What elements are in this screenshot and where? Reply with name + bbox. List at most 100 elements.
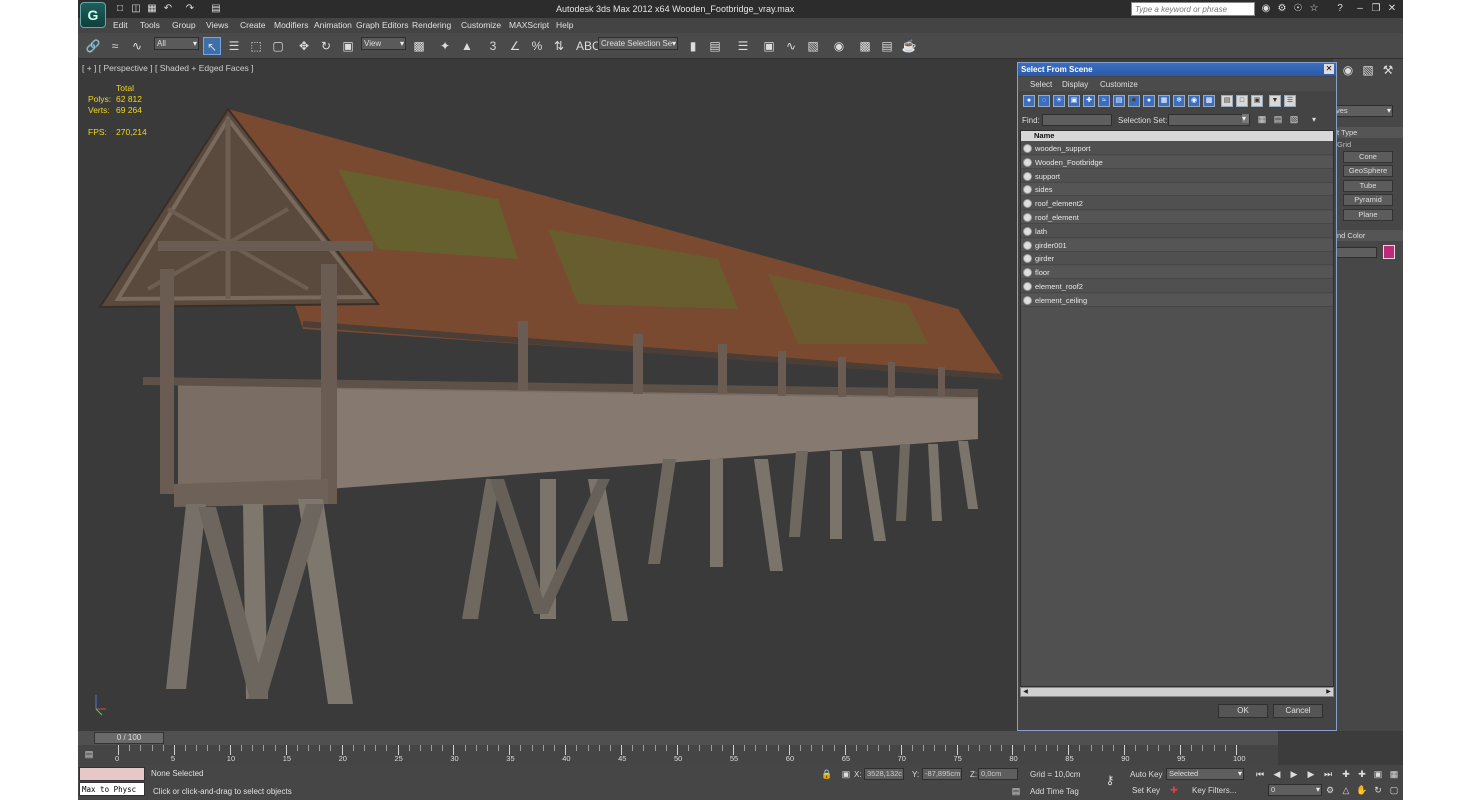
edit-named-selection-icon[interactable]: ABC <box>576 37 601 55</box>
select-invert-icon[interactable]: ▣ <box>1251 95 1263 107</box>
keyboard-shortcut-override-icon[interactable]: ▲ <box>458 37 476 55</box>
layer-manager-icon[interactable]: ☰ <box>734 37 752 55</box>
display-all-icon[interactable]: ▩ <box>1203 95 1215 107</box>
perspective-viewport[interactable]: [ + ] [ Perspective ] [ Shaded + Edged F… <box>78 59 1018 731</box>
window-crossing-icon[interactable]: ▢ <box>269 37 287 55</box>
find-input[interactable] <box>1042 114 1112 126</box>
menu-maxscript[interactable]: MAXScript <box>509 20 549 30</box>
mirror-icon[interactable]: ▮ <box>684 37 702 55</box>
menu-views[interactable]: Views <box>206 20 229 30</box>
zoom-extents-all-icon[interactable]: ▦ <box>1388 768 1400 780</box>
display-panel-icon[interactable]: ◉ <box>1339 61 1357 79</box>
menu-create[interactable]: Create <box>240 20 266 30</box>
object-type-rollout[interactable]: t Type <box>1333 127 1403 138</box>
render-setup-icon[interactable]: ▩ <box>856 37 874 55</box>
scroll-left-icon[interactable]: ◀ <box>1021 688 1030 696</box>
menu-tools[interactable]: Tools <box>140 20 160 30</box>
time-slider[interactable]: 0 / 100 <box>78 731 1278 745</box>
object-list-item[interactable]: girder001 <box>1021 238 1333 252</box>
help-icon[interactable]: ? <box>1334 3 1346 15</box>
object-list-item[interactable]: roof_element <box>1021 211 1333 224</box>
menu-rendering[interactable]: Rendering <box>412 20 451 30</box>
object-list-item[interactable]: lath <box>1021 225 1333 238</box>
go-to-start-icon[interactable]: ⏮ <box>1254 768 1266 780</box>
hammer-utilities-icon[interactable]: ⚒ <box>1379 61 1397 79</box>
menu-edit[interactable]: Edit <box>113 20 128 30</box>
filter-icon[interactable]: ▼ <box>1269 95 1281 107</box>
select-all-icon[interactable]: ▤ <box>1221 95 1233 107</box>
menu-modifiers[interactable]: Modifiers <box>274 20 308 30</box>
time-configuration-icon[interactable]: ⚙ <box>1324 784 1336 796</box>
time-slider-thumb[interactable]: 0 / 100 <box>94 732 164 744</box>
object-list-item[interactable]: roof_element2 <box>1021 197 1333 211</box>
current-frame-field[interactable]: 0 <box>1268 784 1322 796</box>
dialog-menu-display[interactable]: Display <box>1062 80 1088 89</box>
display-cameras-icon[interactable]: ▣ <box>1068 95 1080 107</box>
y-coordinate-field[interactable]: -87,895cm <box>922 768 962 780</box>
object-list-item[interactable]: support <box>1021 170 1333 183</box>
display-spacewarps-icon[interactable]: ≈ <box>1098 95 1110 107</box>
rendered-frame-window-icon[interactable]: ▤ <box>878 37 896 55</box>
go-to-end-icon[interactable]: ⏭ <box>1322 768 1334 780</box>
previous-frame-icon[interactable]: ◀ <box>1271 768 1283 780</box>
help-search-input[interactable]: Type a keyword or phrase <box>1131 2 1255 16</box>
plane-button[interactable]: Plane <box>1343 209 1393 221</box>
time-tag-icon[interactable]: ▤ <box>1010 785 1022 797</box>
horizontal-scrollbar[interactable]: ◀ ▶ <box>1020 687 1334 697</box>
menu-help[interactable]: Help <box>556 20 573 30</box>
menu-graph-editors[interactable]: Graph Editors <box>356 20 408 30</box>
object-list-item[interactable]: floor <box>1021 266 1333 280</box>
undo-icon[interactable]: ↶ <box>162 3 174 14</box>
select-by-name-icon[interactable]: ☰ <box>225 37 243 55</box>
maxscript-listener-input[interactable] <box>79 767 145 781</box>
minimize-icon[interactable]: – <box>1354 3 1366 15</box>
default-in-out-tangent-icon[interactable]: ✚ <box>1168 784 1180 796</box>
infocenter-binoculars-icon[interactable]: ◉ <box>1260 3 1272 15</box>
menu-group[interactable]: Group <box>172 20 196 30</box>
select-manipulate-icon[interactable]: ✦ <box>436 37 454 55</box>
dialog-menu-customize[interactable]: Customize <box>1100 80 1138 89</box>
key-filters-button[interactable]: Key Filters... <box>1192 786 1236 795</box>
object-list-item[interactable]: wooden_support <box>1021 142 1333 155</box>
viewport-label[interactable]: [ + ] [ Perspective ] [ Shaded + Edged F… <box>82 63 254 73</box>
selection-set-edit-icon[interactable]: ▤ <box>1271 112 1285 126</box>
spinner-snap-icon[interactable]: ⇅ <box>550 37 568 55</box>
unlink-icon[interactable]: ≈ <box>106 37 124 55</box>
schematic-view-icon[interactable]: ▧ <box>804 37 822 55</box>
object-list-item[interactable]: element_ceiling <box>1021 293 1333 307</box>
set-key-icon[interactable]: ⚷ <box>1104 774 1116 786</box>
filter-options-icon[interactable]: ☰ <box>1284 95 1296 107</box>
material-editor-icon[interactable]: ◉ <box>830 37 848 55</box>
percent-snap-icon[interactable]: % <box>528 37 546 55</box>
play-icon[interactable]: ▶ <box>1288 768 1300 780</box>
category-dropdown[interactable]: ves <box>1333 105 1393 117</box>
pyramid-button[interactable]: Pyramid <box>1343 194 1393 206</box>
ok-button[interactable]: OK <box>1218 704 1268 718</box>
render-production-icon[interactable]: ☕ <box>900 37 918 55</box>
subscription-icon[interactable]: ⚙ <box>1276 3 1288 15</box>
dialog-menu-select[interactable]: Select <box>1030 80 1052 89</box>
redo-icon[interactable]: ↷ <box>184 3 196 14</box>
align-icon[interactable]: ▤ <box>706 37 724 55</box>
display-containers-icon[interactable]: ▦ <box>1158 95 1170 107</box>
display-bones-icon[interactable]: ● <box>1143 95 1155 107</box>
curve-editor-icon[interactable]: ∿ <box>782 37 800 55</box>
favorites-star-icon[interactable]: ☆ <box>1308 3 1320 15</box>
display-shapes-icon[interactable]: ◌ <box>1038 95 1050 107</box>
select-none-icon[interactable]: □ <box>1236 95 1248 107</box>
maximize-viewport-icon[interactable]: ▢ <box>1388 784 1400 796</box>
name-column-header[interactable]: Name <box>1021 131 1333 141</box>
snaps-toggle-icon[interactable]: 3 <box>484 37 502 55</box>
tube-button[interactable]: Tube <box>1343 180 1393 192</box>
next-frame-icon[interactable]: ▶ <box>1305 768 1317 780</box>
display-groups-icon[interactable]: ▤ <box>1113 95 1125 107</box>
auto-key-button[interactable]: Auto Key <box>1130 770 1162 779</box>
field-of-view-icon[interactable]: △ <box>1340 784 1352 796</box>
display-hidden-icon[interactable]: ◉ <box>1188 95 1200 107</box>
named-selection-set-dropdown[interactable]: Create Selection Se <box>598 37 678 50</box>
absolute-transform-icon[interactable]: ▣ <box>840 768 852 780</box>
rotate-icon[interactable]: ↻ <box>317 37 335 55</box>
selection-region-icon[interactable]: ⬚ <box>247 37 265 55</box>
selection-lock-icon[interactable]: 🔒 <box>821 768 833 780</box>
selection-set-save-icon[interactable]: ▦ <box>1255 112 1269 126</box>
